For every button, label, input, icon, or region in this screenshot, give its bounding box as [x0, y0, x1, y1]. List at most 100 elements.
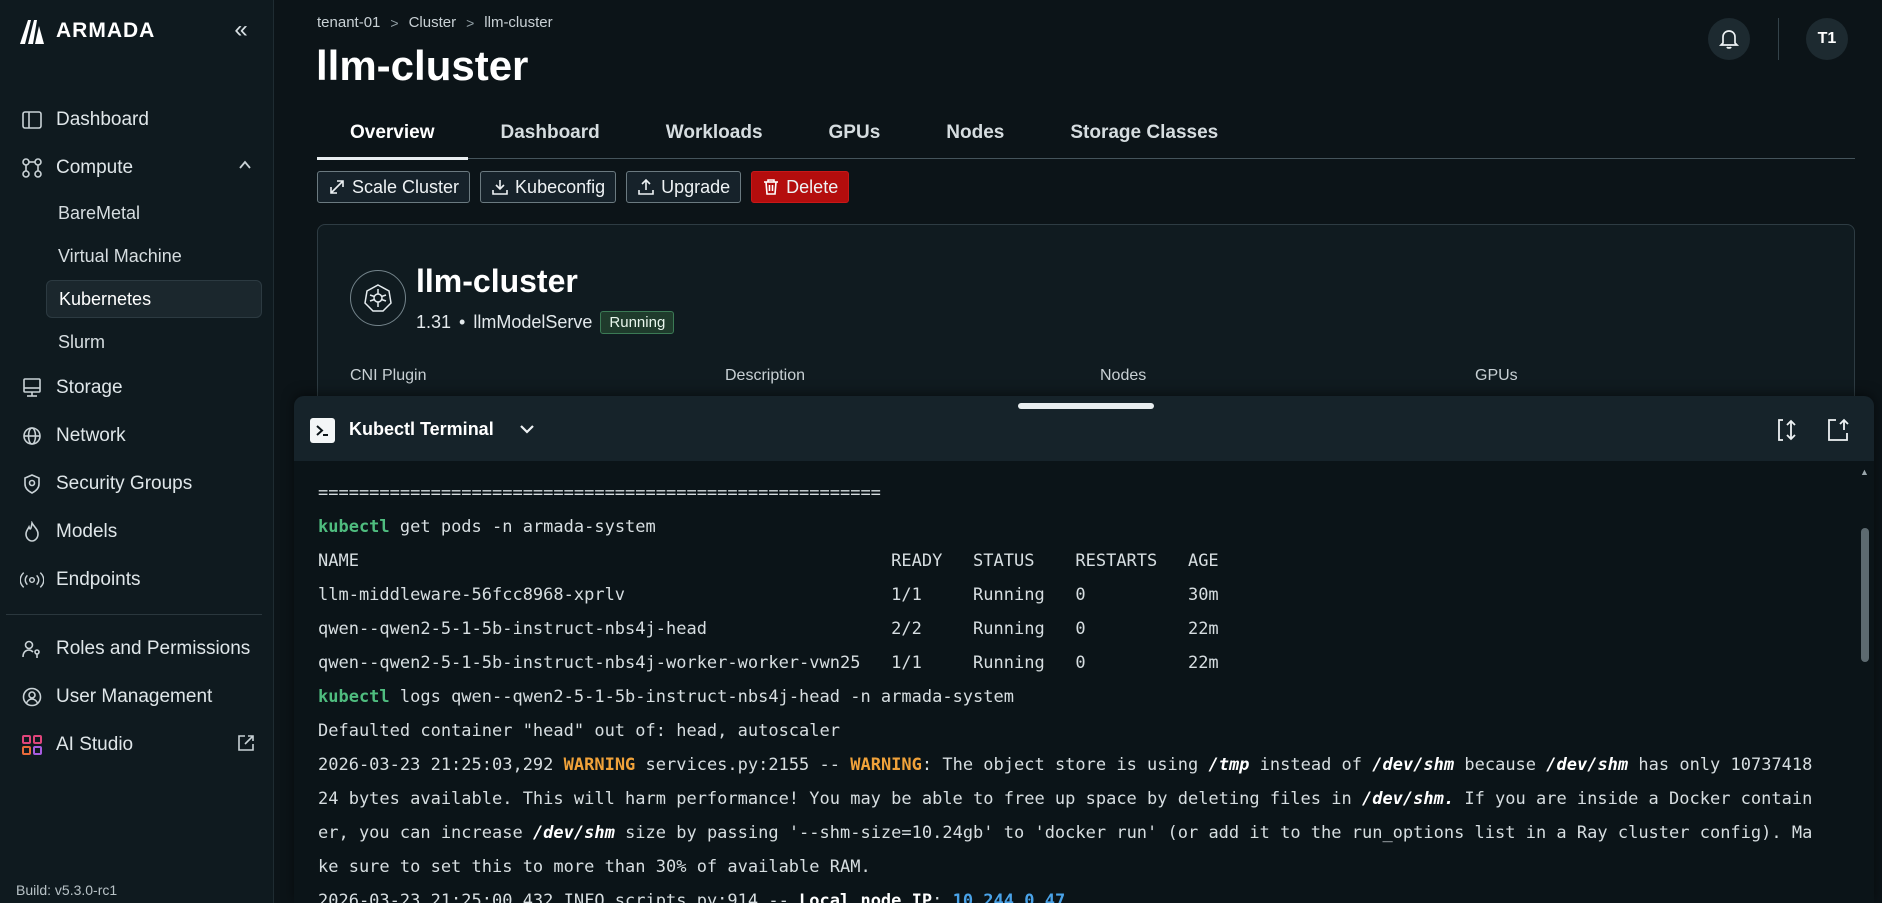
log-text: :	[932, 891, 953, 903]
sidebar-nav: Dashboard Compute BareMetal Virtual Mach…	[0, 96, 274, 769]
sidebar-item-compute[interactable]: Compute	[0, 144, 274, 192]
sidebar-item-models[interactable]: Models	[0, 508, 274, 556]
tab-overview[interactable]: Overview	[317, 106, 468, 160]
log-text: 2026-03-23 21:25:03,292	[318, 755, 564, 775]
terminal-line: er, you can increase /dev/shm size by pa…	[318, 816, 1838, 850]
brand-name: ARMADA	[56, 19, 156, 42]
delete-button[interactable]: Delete	[751, 171, 850, 203]
field-label-gpus: GPUs	[1475, 367, 1518, 384]
sidebar: ARMADA « Dashboard Compute BareMetal Vir…	[0, 0, 274, 903]
terminal-line: llm-middleware-56fcc8968-xprlv 1/1 Runni…	[318, 585, 1219, 605]
grid-icon	[20, 733, 44, 757]
bell-icon	[1718, 30, 1740, 49]
log-label: Local node IP	[799, 891, 933, 903]
trash-icon	[764, 179, 779, 195]
sidebar-item-storage[interactable]: Storage	[0, 364, 274, 412]
kubectl-terminal-panel: Kubectl Terminal =======================…	[294, 396, 1874, 903]
field-label-cni-plugin: CNI Plugin	[350, 367, 427, 384]
sidebar-subitem-virtual-machine[interactable]: Virtual Machine	[0, 235, 274, 278]
scale-cluster-button[interactable]: Scale Cluster	[317, 171, 471, 203]
log-path: /tmp	[1208, 755, 1250, 775]
storage-icon	[20, 376, 44, 400]
terminal-header: Kubectl Terminal	[294, 396, 1874, 461]
kubeconfig-button[interactable]: Kubeconfig	[480, 171, 617, 203]
sidebar-item-label: AI Studio	[56, 734, 134, 755]
tab-bar: Overview Dashboard Workloads GPUs Nodes …	[317, 106, 1855, 160]
scroll-up-icon[interactable]: ▲	[1860, 467, 1869, 477]
shield-icon	[20, 472, 44, 496]
breadcrumb-current: llm-cluster	[484, 14, 553, 31]
user-gear-icon	[20, 685, 44, 709]
sidebar-item-user-management[interactable]: User Management	[0, 673, 274, 721]
log-path: /dev/shm.	[1361, 789, 1455, 809]
compute-icon	[20, 156, 44, 180]
collapse-sidebar-icon[interactable]: «	[228, 18, 254, 44]
broadcast-icon	[20, 568, 44, 592]
upgrade-button[interactable]: Upgrade	[626, 171, 742, 203]
log-path: /dev/shm	[532, 823, 615, 843]
avatar[interactable]: T1	[1806, 18, 1848, 60]
action-bar: Scale Cluster Kubeconfig Upgrade Delete	[317, 171, 850, 203]
sidebar-item-security-groups[interactable]: Security Groups	[0, 460, 274, 508]
tab-gpus[interactable]: GPUs	[796, 106, 914, 159]
sidebar-subitem-kubernetes[interactable]: Kubernetes	[46, 280, 262, 318]
sidebar-item-dashboard[interactable]: Dashboard	[0, 96, 274, 144]
log-ip: 10.244.0.47	[952, 891, 1066, 903]
external-link-icon	[236, 733, 256, 759]
breadcrumb: tenant-01 > Cluster > llm-cluster	[317, 14, 553, 31]
chevron-up-icon	[238, 158, 252, 177]
tab-nodes[interactable]: Nodes	[913, 106, 1037, 159]
cluster-meta: 1.31 • llmModelServe Running	[416, 311, 675, 334]
brand[interactable]: ARMADA	[16, 16, 155, 46]
upgrade-label: Upgrade	[661, 176, 731, 197]
log-text: If you are inside a Docker contain	[1454, 789, 1813, 809]
tab-storage-classes[interactable]: Storage Classes	[1037, 106, 1251, 159]
log-text: instead of	[1249, 755, 1373, 775]
tab-dashboard[interactable]: Dashboard	[468, 106, 633, 159]
terminal-line: qwen--qwen2-5-1-5b-instruct-nbs4j-worker…	[318, 653, 1219, 673]
log-text: services.py:2155 --	[635, 755, 851, 775]
delete-label: Delete	[786, 176, 839, 197]
terminal-resize-handle[interactable]	[1018, 403, 1154, 409]
sidebar-item-label: Models	[56, 521, 118, 542]
header-divider	[1778, 18, 1779, 60]
sidebar-item-label: User Management	[56, 686, 213, 707]
terminal-line: ke sure to set this to more than 30% of …	[318, 857, 871, 877]
breadcrumb-cluster[interactable]: Cluster	[409, 14, 457, 31]
page-title: llm-cluster	[316, 42, 529, 89]
dashboard-icon	[20, 108, 44, 132]
sidebar-item-label: Security Groups	[56, 473, 193, 494]
log-warning: WARNING	[850, 755, 922, 775]
upload-icon	[638, 178, 654, 195]
sidebar-subitem-slurm[interactable]: Slurm	[0, 321, 274, 364]
sidebar-item-ai-studio[interactable]: AI Studio	[0, 721, 274, 769]
sidebar-item-endpoints[interactable]: Endpoints	[0, 556, 274, 604]
sidebar-item-roles-permissions[interactable]: Roles and Permissions	[0, 625, 274, 673]
sidebar-subitem-baremetal[interactable]: BareMetal	[0, 192, 274, 235]
log-text: 2026-03-23 21:25:00,432 INFO scripts.py:…	[318, 891, 800, 903]
cluster-field-labels: CNI Plugin Description Nodes GPUs	[350, 367, 1850, 385]
chevron-down-icon[interactable]	[516, 418, 538, 440]
terminal-title: Kubectl Terminal	[349, 419, 494, 439]
terminal-line: Defaulted container "head" out of: head,…	[318, 721, 840, 741]
command-text: get pods -n armada-system	[389, 517, 656, 537]
meta-separator: •	[459, 312, 466, 332]
sidebar-item-label: Endpoints	[56, 569, 141, 590]
expand-arrows-icon	[330, 180, 344, 194]
sidebar-item-network[interactable]: Network	[0, 412, 274, 460]
terminal-output[interactable]: ========================================…	[318, 476, 1838, 903]
terminal-line: 2026-03-23 21:25:00,432 INFO scripts.py:…	[318, 884, 1838, 903]
log-text: : The object store is using	[921, 755, 1209, 775]
breadcrumb-tenant[interactable]: tenant-01	[317, 14, 380, 31]
notifications-button[interactable]	[1708, 18, 1750, 60]
terminal-popout-icon[interactable]	[1824, 416, 1852, 444]
tab-workloads[interactable]: Workloads	[633, 106, 796, 159]
cluster-project: llmModelServe	[473, 312, 593, 332]
sidebar-divider	[6, 614, 262, 615]
armada-logo-icon	[20, 20, 44, 44]
terminal-maximize-icon[interactable]	[1774, 416, 1802, 444]
log-text: has only 10737418	[1628, 755, 1813, 775]
cluster-summary-card: llm-cluster 1.31 • llmModelServe Running…	[317, 224, 1855, 424]
terminal-line: ========================================…	[318, 483, 881, 503]
terminal-scrollbar[interactable]	[1861, 528, 1869, 662]
